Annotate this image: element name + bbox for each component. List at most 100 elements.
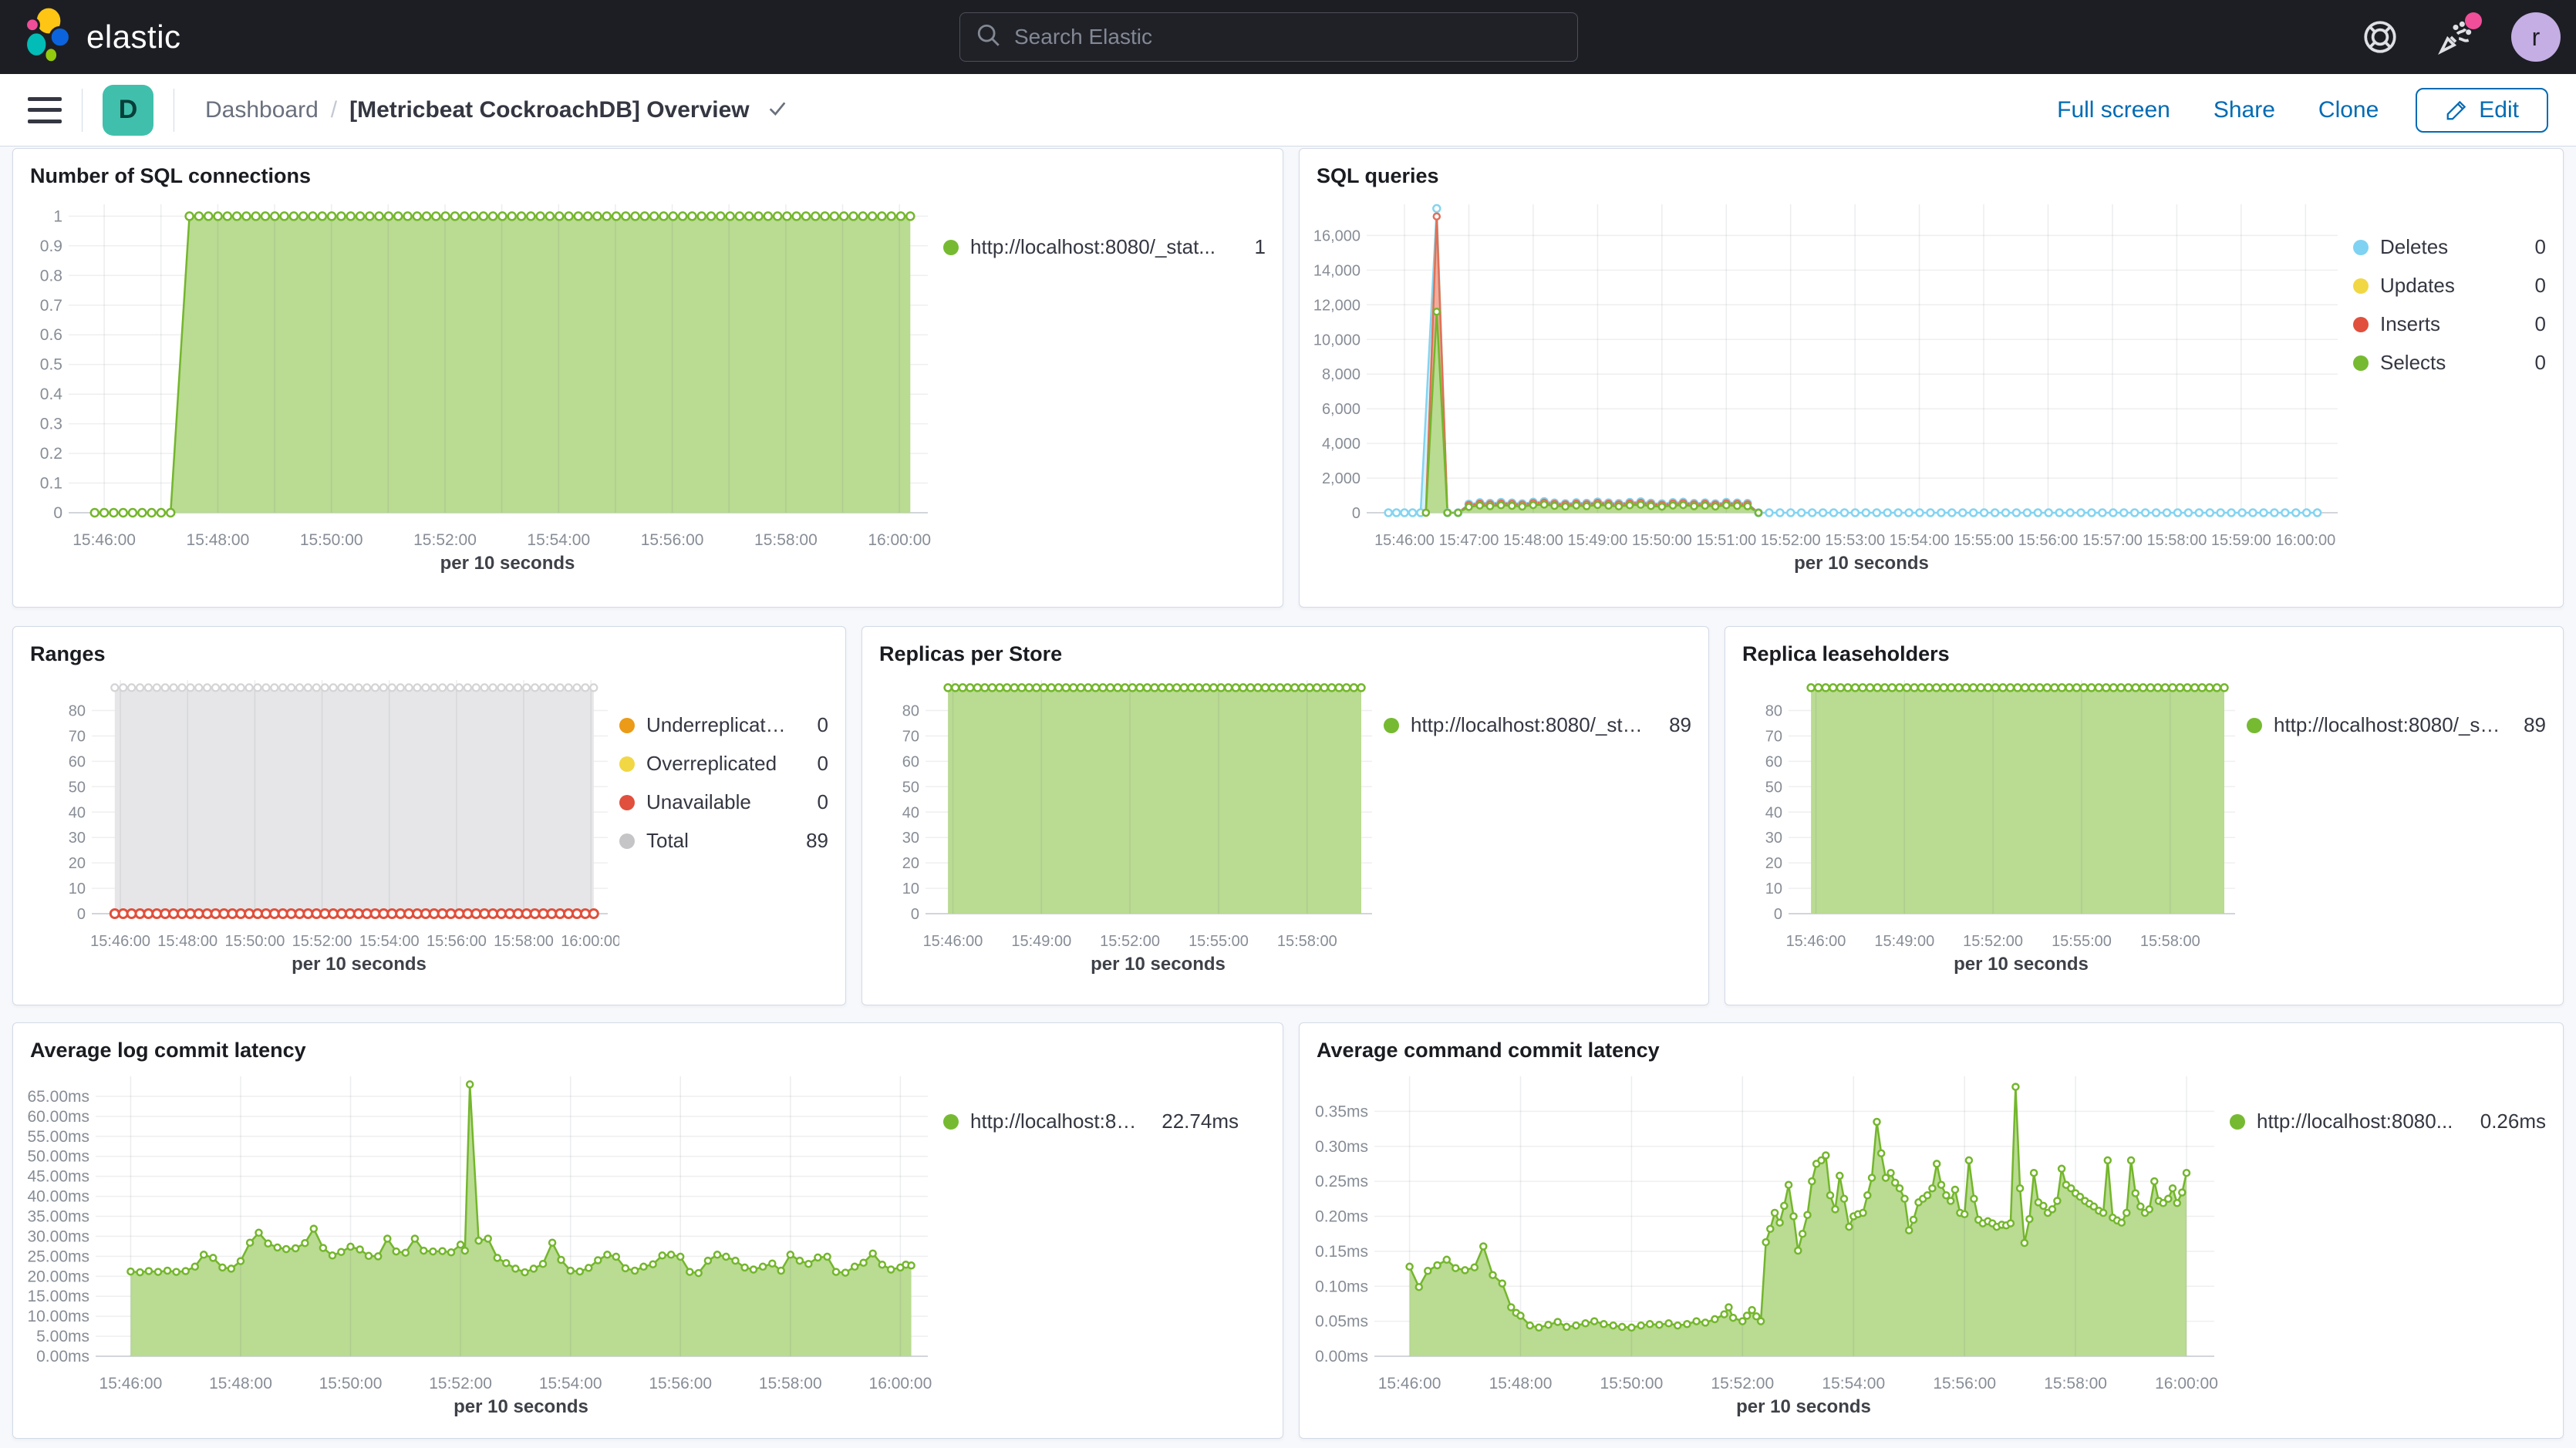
svg-text:15:54:00: 15:54:00 (527, 531, 590, 549)
legend-label: Underreplicated (646, 713, 787, 737)
clone-button[interactable]: Clone (2318, 97, 2379, 123)
panel-title: Replicas per Store (879, 642, 1708, 666)
panel-average-log-commit-latency: Average log commit latency 0.00ms5.00ms1… (12, 1022, 1283, 1439)
newsfeed-button[interactable] (2436, 17, 2476, 57)
help-button[interactable] (2360, 17, 2400, 57)
legend-dot (2353, 317, 2369, 332)
svg-text:80: 80 (1765, 703, 1782, 720)
share-button[interactable]: Share (2214, 97, 2275, 123)
breadcrumb-dashboard-link[interactable]: Dashboard (205, 97, 319, 123)
svg-text:15:54:00: 15:54:00 (359, 933, 420, 950)
svg-text:50.00ms: 50.00ms (27, 1148, 89, 1166)
svg-text:0.8: 0.8 (40, 267, 62, 285)
command-commit-latency-chart[interactable]: 0.00ms0.05ms0.10ms0.15ms0.20ms0.25ms0.30… (1312, 1067, 2230, 1422)
legend-label: http://localhost:8080/_sta... (1411, 713, 1650, 737)
svg-text:55.00ms: 55.00ms (27, 1128, 89, 1146)
legend-item[interactable]: http://localhost:8080...0.26ms (2230, 1110, 2546, 1133)
search-field[interactable] (1014, 25, 1539, 49)
menu-button[interactable] (28, 97, 62, 123)
svg-text:per 10 seconds: per 10 seconds (1736, 1396, 1871, 1417)
svg-text:20.00ms: 20.00ms (27, 1268, 89, 1285)
legend-item[interactable]: http://localhost:8080/_sta...89 (2247, 713, 2546, 737)
log-commit-latency-chart[interactable]: 0.00ms5.00ms10.00ms15.00ms20.00ms25.00ms… (25, 1067, 943, 1422)
svg-text:0.05ms: 0.05ms (1315, 1313, 1368, 1331)
svg-text:45.00ms: 45.00ms (27, 1168, 89, 1186)
legend-dot (619, 795, 635, 810)
svg-text:15:58:00: 15:58:00 (2044, 1375, 2107, 1392)
svg-text:0.15ms: 0.15ms (1315, 1243, 1368, 1261)
legend-label: http://localhost:8080... (2257, 1110, 2465, 1133)
user-avatar[interactable]: r (2511, 12, 2561, 62)
svg-text:0.7: 0.7 (40, 297, 62, 315)
svg-text:15:48:00: 15:48:00 (1489, 1375, 1553, 1392)
legend-label: http://localhost:808... (970, 1110, 1146, 1133)
svg-text:80: 80 (902, 703, 919, 720)
svg-text:15:52:00: 15:52:00 (1100, 933, 1160, 950)
svg-text:per 10 seconds: per 10 seconds (1091, 954, 1226, 975)
legend-label: Inserts (2380, 312, 2504, 336)
svg-text:8,000: 8,000 (1322, 366, 1360, 383)
legend-item[interactable]: Inserts0 (2353, 312, 2546, 336)
svg-text:30: 30 (902, 830, 919, 847)
svg-text:15:48:00: 15:48:00 (209, 1375, 272, 1392)
svg-text:20: 20 (1765, 855, 1782, 872)
legend-item[interactable]: Updates0 (2353, 274, 2546, 298)
global-header: elastic (0, 0, 2576, 74)
svg-text:6,000: 6,000 (1322, 401, 1360, 418)
legend-dot (2230, 1114, 2245, 1130)
svg-text:per 10 seconds: per 10 seconds (292, 954, 427, 975)
sql-connections-chart[interactable]: 00.10.20.30.40.50.60.70.80.9115:46:0015:… (25, 193, 943, 578)
svg-text:0.9: 0.9 (40, 237, 62, 255)
svg-text:5.00ms: 5.00ms (36, 1328, 89, 1345)
edit-button-label: Edit (2479, 97, 2519, 123)
svg-text:10.00ms: 10.00ms (27, 1308, 89, 1325)
legend-dot (2353, 355, 2369, 371)
chart-legend: http://localhost:808...22.74ms (943, 1067, 1239, 1422)
legend-item[interactable]: http://localhost:8080/_sta... 89 (1384, 713, 1691, 737)
full-screen-button[interactable]: Full screen (2057, 97, 2170, 123)
legend-value: 89 (1665, 713, 1691, 737)
svg-text:60.00ms: 60.00ms (27, 1108, 89, 1126)
dashboard-app-badge[interactable]: D (103, 85, 153, 136)
svg-text:16:00:00: 16:00:00 (2275, 532, 2335, 549)
sql-queries-chart[interactable]: 02,0004,0006,0008,00010,00012,00014,0001… (1312, 193, 2353, 578)
panel-replicas-per-store: Replicas per Store 0102030405060708015:4… (861, 626, 1709, 1005)
legend-item[interactable]: http://localhost:8080/_stat...1 (943, 235, 1266, 259)
ranges-chart[interactable]: 0102030405060708015:46:0015:48:0015:50:0… (25, 671, 619, 979)
legend-item[interactable]: Selects0 (2353, 351, 2546, 375)
svg-text:per 10 seconds: per 10 seconds (1794, 553, 1929, 574)
search-input[interactable] (959, 12, 1578, 62)
svg-text:0.25ms: 0.25ms (1315, 1173, 1368, 1190)
svg-text:15:52:00: 15:52:00 (1711, 1375, 1774, 1392)
app-badge-letter: D (119, 95, 138, 125)
legend-item[interactable]: Total89 (619, 829, 828, 853)
legend-item[interactable]: Unavailable0 (619, 790, 828, 814)
svg-text:0.5: 0.5 (40, 356, 62, 374)
elastic-logo[interactable]: elastic (22, 6, 181, 69)
pencil-icon (2445, 99, 2468, 122)
svg-text:0.6: 0.6 (40, 326, 62, 344)
legend-item[interactable]: Deletes0 (2353, 235, 2546, 259)
replica-leaseholders-chart[interactable]: 0102030405060708015:46:0015:49:0015:52:0… (1738, 671, 2247, 979)
svg-text:0: 0 (77, 906, 86, 923)
panel-average-command-commit-latency: Average command commit latency 0.00ms0.0… (1299, 1022, 2564, 1439)
svg-text:0.4: 0.4 (40, 386, 63, 403)
legend-value: 0 (2520, 235, 2546, 259)
legend-item[interactable]: Underreplicated0 (619, 713, 828, 737)
edit-button[interactable]: Edit (2416, 88, 2548, 133)
svg-text:2,000: 2,000 (1322, 470, 1360, 487)
chart-legend: http://localhost:8080...0.26ms (2230, 1067, 2546, 1422)
replicas-per-store-chart[interactable]: 0102030405060708015:46:0015:49:0015:52:0… (875, 671, 1384, 979)
svg-text:0: 0 (1774, 906, 1782, 923)
panel-number-of-sql-connections: Number of SQL connections 00.10.20.30.40… (12, 148, 1283, 608)
legend-item[interactable]: Overreplicated0 (619, 752, 828, 776)
svg-text:0: 0 (911, 906, 919, 923)
legend-item[interactable]: http://localhost:808...22.74ms (943, 1110, 1239, 1133)
svg-text:15:46:00: 15:46:00 (1378, 1375, 1441, 1392)
svg-text:70: 70 (69, 729, 86, 746)
svg-text:15:56:00: 15:56:00 (649, 1375, 712, 1392)
svg-text:15:56:00: 15:56:00 (427, 933, 487, 950)
svg-text:40: 40 (902, 804, 919, 821)
panel-replica-leaseholders: Replica leaseholders 0102030405060708015… (1725, 626, 2564, 1005)
svg-text:15:52:00: 15:52:00 (1761, 532, 1821, 549)
